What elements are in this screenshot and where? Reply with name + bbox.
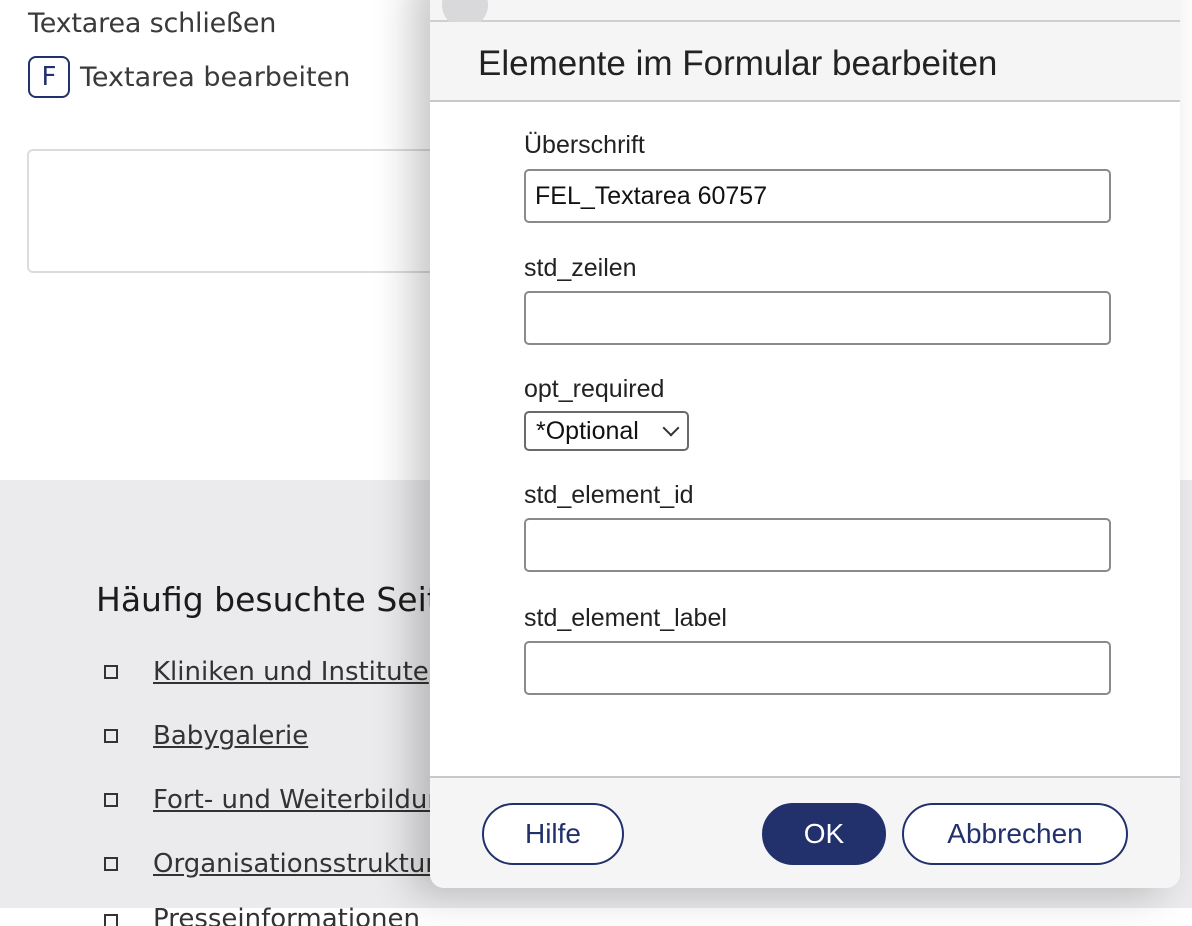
required-select[interactable]: *Optional bbox=[524, 411, 689, 451]
page-textarea[interactable] bbox=[27, 149, 491, 273]
cancel-button[interactable]: Abbrechen bbox=[902, 803, 1128, 865]
element-label-label: std_element_label bbox=[524, 604, 727, 632]
dialog-top-bar bbox=[430, 0, 1180, 28]
ok-button[interactable]: OK bbox=[762, 803, 886, 865]
heading-input[interactable] bbox=[524, 169, 1111, 223]
square-bullet-icon bbox=[104, 857, 118, 871]
dialog-footer: Hilfe OK Abbrechen bbox=[430, 776, 1180, 888]
footer-link-fortbildung[interactable]: Fort- und Weiterbildung bbox=[153, 785, 460, 815]
help-button[interactable]: Hilfe bbox=[482, 803, 624, 865]
dialog-form: Überschrift std_zeilen opt_required *Opt… bbox=[524, 130, 1112, 695]
edit-elements-dialog: Elemente im Formular bearbeiten Überschr… bbox=[430, 0, 1180, 888]
element-label-input[interactable] bbox=[524, 641, 1111, 695]
footer-link-presse[interactable]: Presseinformationen bbox=[153, 904, 420, 926]
list-item: Presseinformationen bbox=[104, 896, 460, 926]
chevron-down-icon bbox=[662, 419, 680, 437]
dialog-title: Elemente im Formular bearbeiten bbox=[478, 44, 998, 83]
footer-heading: Häufig besuchte Seite bbox=[96, 580, 460, 619]
heading-label: Überschrift bbox=[524, 131, 645, 159]
footer-link-organisation[interactable]: Organisationsstruktur bbox=[153, 849, 436, 879]
list-item: Fort- und Weiterbildung bbox=[104, 768, 460, 832]
footer-link-babygalerie[interactable]: Babygalerie bbox=[153, 721, 308, 751]
edit-textarea-row[interactable]: F Textarea bearbeiten bbox=[28, 56, 350, 98]
dialog-header: Elemente im Formular bearbeiten bbox=[430, 22, 1180, 102]
rows-label: std_zeilen bbox=[524, 254, 637, 282]
required-label: opt_required bbox=[524, 375, 665, 403]
list-item: Babygalerie bbox=[104, 704, 460, 768]
rows-input[interactable] bbox=[524, 291, 1111, 345]
square-bullet-icon bbox=[104, 665, 118, 679]
square-bullet-icon bbox=[104, 729, 118, 743]
close-textarea-link[interactable]: Textarea schließen bbox=[28, 8, 276, 39]
square-bullet-icon bbox=[104, 793, 118, 807]
footer-link-kliniken[interactable]: Kliniken und Institute bbox=[153, 657, 429, 687]
required-select-value: *Optional bbox=[536, 416, 639, 445]
element-id-label: std_element_id bbox=[524, 481, 694, 509]
footer-link-list: Kliniken und Institute Babygalerie Fort-… bbox=[104, 640, 460, 926]
square-bullet-icon bbox=[104, 914, 118, 926]
list-item: Kliniken und Institute bbox=[104, 640, 460, 704]
element-id-input[interactable] bbox=[524, 518, 1111, 572]
form-edit-icon: F bbox=[28, 56, 70, 98]
edit-textarea-label: Textarea bearbeiten bbox=[80, 61, 351, 93]
list-item: Organisationsstruktur bbox=[104, 832, 460, 896]
